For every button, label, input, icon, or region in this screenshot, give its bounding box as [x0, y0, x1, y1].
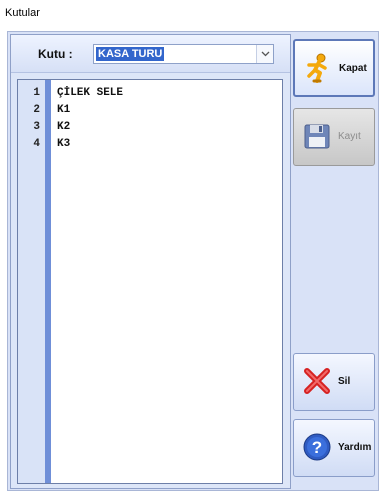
text-editor[interactable]: 1 2 3 4 ÇİLEK SELE K1 K2 K3 [17, 79, 283, 484]
yardim-button[interactable]: ? Yardım [293, 419, 375, 477]
editor-line[interactable]: K2 [57, 121, 70, 133]
kutu-selected-value: KASA TURU [96, 47, 165, 61]
dropdown-arrow-button[interactable] [256, 45, 273, 63]
kutu-label: Kutu : [38, 47, 73, 61]
content-panel: Kutu : KASA TURU 1 2 3 4 ÇİLEK SELE K1 K… [10, 34, 291, 489]
line-number-gutter: 1 2 3 4 [18, 80, 51, 483]
svg-text:?: ? [312, 438, 322, 457]
line-number: 3 [33, 121, 40, 133]
sil-button[interactable]: Sil [293, 353, 375, 411]
editor-line[interactable]: ÇİLEK SELE [57, 87, 123, 99]
editor-line[interactable]: K1 [57, 104, 70, 116]
help-question-icon: ? [303, 433, 331, 461]
line-number: 1 [33, 87, 40, 99]
dialog-body: Kutu : KASA TURU 1 2 3 4 ÇİLEK SELE K1 K… [7, 31, 379, 491]
running-man-icon [307, 53, 327, 83]
editor-line[interactable]: K3 [57, 138, 70, 150]
sil-label: Sil [338, 376, 351, 387]
gutter-bar [45, 80, 51, 483]
title-bar: Kutular [0, 0, 383, 27]
delete-x-icon [304, 368, 330, 394]
kutu-dropdown[interactable]: KASA TURU [93, 44, 274, 64]
chevron-down-icon [261, 51, 270, 57]
window-title: Kutular [5, 7, 40, 19]
line-number: 2 [33, 104, 40, 116]
yardim-label: Yardım [338, 442, 372, 453]
kapat-label: Kapat [339, 63, 367, 74]
line-number: 4 [33, 138, 40, 150]
kaydet-label: Kayıt [338, 131, 361, 142]
kaydet-button[interactable]: Kayıt [293, 108, 375, 166]
kapat-button[interactable]: Kapat [293, 39, 375, 97]
selector-row: Kutu : KASA TURU [11, 35, 290, 73]
floppy-disk-icon [304, 124, 330, 149]
